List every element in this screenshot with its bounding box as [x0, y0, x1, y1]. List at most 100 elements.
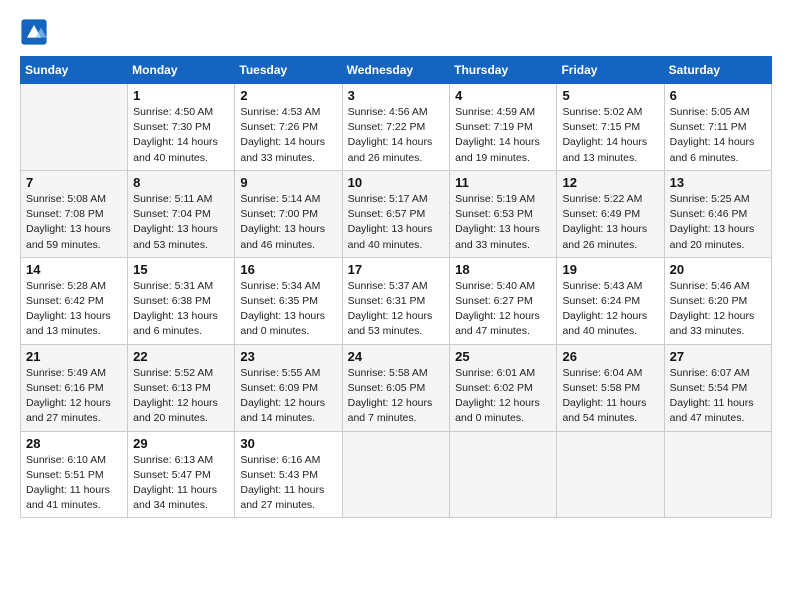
col-header-saturday: Saturday [664, 57, 771, 84]
calendar-cell: 24 Sunrise: 5:58 AM Sunset: 6:05 PM Dayli… [342, 344, 450, 431]
day-number: 29 [133, 436, 229, 451]
day-number: 17 [348, 262, 445, 277]
day-info: Sunrise: 6:10 AM Sunset: 5:51 PM Dayligh… [26, 453, 122, 514]
col-header-thursday: Thursday [450, 57, 557, 84]
day-number: 24 [348, 349, 445, 364]
calendar-cell: 3 Sunrise: 4:56 AM Sunset: 7:22 PM Daylig… [342, 84, 450, 171]
day-number: 12 [562, 175, 658, 190]
calendar-week-row: 1Sunrise: 4:50 AM Sunset: 7:30 PM Daylig… [21, 84, 772, 171]
calendar-cell: 29 Sunrise: 6:13 AM Sunset: 5:47 PM Dayli… [128, 431, 235, 518]
day-number: 30 [240, 436, 336, 451]
day-number: 19 [562, 262, 658, 277]
day-info: Sunrise: 5:52 AM Sunset: 6:13 PM Dayligh… [133, 366, 229, 427]
day-info: Sunrise: 5:08 AM Sunset: 7:08 PM Dayligh… [26, 192, 122, 253]
day-number: 1 [133, 88, 229, 103]
day-number: 10 [348, 175, 445, 190]
calendar-cell [450, 431, 557, 518]
day-number: 28 [26, 436, 122, 451]
calendar-week-row: 28 Sunrise: 6:10 AM Sunset: 5:51 PM Dayli… [21, 431, 772, 518]
calendar-cell [342, 431, 450, 518]
calendar-cell: 5 Sunrise: 5:02 AM Sunset: 7:15 PM Daylig… [557, 84, 664, 171]
day-info: Sunrise: 5:58 AM Sunset: 6:05 PM Dayligh… [348, 366, 445, 427]
calendar-week-row: 14 Sunrise: 5:28 AM Sunset: 6:42 PM Dayli… [21, 257, 772, 344]
day-number: 27 [670, 349, 766, 364]
calendar-cell: 2 Sunrise: 4:53 AM Sunset: 7:26 PM Daylig… [235, 84, 342, 171]
day-number: 25 [455, 349, 551, 364]
logo [20, 18, 52, 46]
day-number: 11 [455, 175, 551, 190]
calendar-cell: 26 Sunrise: 6:04 AM Sunset: 5:58 PM Dayli… [557, 344, 664, 431]
day-number: 18 [455, 262, 551, 277]
calendar-cell: 14 Sunrise: 5:28 AM Sunset: 6:42 PM Dayli… [21, 257, 128, 344]
day-info: Sunrise: 5:49 AM Sunset: 6:16 PM Dayligh… [26, 366, 122, 427]
calendar-cell: 17 Sunrise: 5:37 AM Sunset: 6:31 PM Dayli… [342, 257, 450, 344]
day-info: Sunrise: 5:02 AM Sunset: 7:15 PM Dayligh… [562, 105, 658, 166]
calendar-cell: 28 Sunrise: 6:10 AM Sunset: 5:51 PM Dayli… [21, 431, 128, 518]
col-header-sunday: Sunday [21, 57, 128, 84]
day-info: Sunrise: 6:01 AM Sunset: 6:02 PM Dayligh… [455, 366, 551, 427]
calendar-cell: 4 Sunrise: 4:59 AM Sunset: 7:19 PM Daylig… [450, 84, 557, 171]
day-number: 2 [240, 88, 336, 103]
calendar-cell: 16Sunrise: 5:34 AM Sunset: 6:35 PM Dayli… [235, 257, 342, 344]
day-info: Sunrise: 5:28 AM Sunset: 6:42 PM Dayligh… [26, 279, 122, 340]
calendar-cell: 19 Sunrise: 5:43 AM Sunset: 6:24 PM Dayli… [557, 257, 664, 344]
day-info: Sunrise: 6:16 AM Sunset: 5:43 PM Dayligh… [240, 453, 336, 514]
day-info: Sunrise: 5:46 AM Sunset: 6:20 PM Dayligh… [670, 279, 766, 340]
calendar-cell: 7 Sunrise: 5:08 AM Sunset: 7:08 PM Daylig… [21, 170, 128, 257]
day-info: Sunrise: 4:59 AM Sunset: 7:19 PM Dayligh… [455, 105, 551, 166]
day-number: 16 [240, 262, 336, 277]
day-info: Sunrise: 6:13 AM Sunset: 5:47 PM Dayligh… [133, 453, 229, 514]
day-number: 22 [133, 349, 229, 364]
col-header-monday: Monday [128, 57, 235, 84]
day-info: Sunrise: 5:17 AM Sunset: 6:57 PM Dayligh… [348, 192, 445, 253]
day-number: 15 [133, 262, 229, 277]
day-number: 5 [562, 88, 658, 103]
calendar-cell [557, 431, 664, 518]
day-info: Sunrise: 6:04 AM Sunset: 5:58 PM Dayligh… [562, 366, 658, 427]
col-header-friday: Friday [557, 57, 664, 84]
calendar-week-row: 21Sunrise: 5:49 AM Sunset: 6:16 PM Dayli… [21, 344, 772, 431]
day-number: 20 [670, 262, 766, 277]
day-number: 13 [670, 175, 766, 190]
calendar-cell: 13 Sunrise: 5:25 AM Sunset: 6:46 PM Dayli… [664, 170, 771, 257]
page: SundayMondayTuesdayWednesdayThursdayFrid… [0, 0, 792, 612]
day-info: Sunrise: 4:53 AM Sunset: 7:26 PM Dayligh… [240, 105, 336, 166]
day-number: 23 [240, 349, 336, 364]
day-number: 7 [26, 175, 122, 190]
day-number: 6 [670, 88, 766, 103]
day-info: Sunrise: 5:55 AM Sunset: 6:09 PM Dayligh… [240, 366, 336, 427]
calendar-cell: 25 Sunrise: 6:01 AM Sunset: 6:02 PM Dayli… [450, 344, 557, 431]
calendar-cell: 9 Sunrise: 5:14 AM Sunset: 7:00 PM Daylig… [235, 170, 342, 257]
day-number: 8 [133, 175, 229, 190]
day-number: 4 [455, 88, 551, 103]
calendar-cell: 30 Sunrise: 6:16 AM Sunset: 5:43 PM Dayli… [235, 431, 342, 518]
day-info: Sunrise: 5:11 AM Sunset: 7:04 PM Dayligh… [133, 192, 229, 253]
day-info: Sunrise: 5:19 AM Sunset: 6:53 PM Dayligh… [455, 192, 551, 253]
day-info: Sunrise: 5:37 AM Sunset: 6:31 PM Dayligh… [348, 279, 445, 340]
day-info: Sunrise: 5:31 AM Sunset: 6:38 PM Dayligh… [133, 279, 229, 340]
calendar-cell: 11 Sunrise: 5:19 AM Sunset: 6:53 PM Dayli… [450, 170, 557, 257]
day-info: Sunrise: 4:56 AM Sunset: 7:22 PM Dayligh… [348, 105, 445, 166]
calendar-table: SundayMondayTuesdayWednesdayThursdayFrid… [20, 56, 772, 518]
logo-icon [20, 18, 48, 46]
day-info: Sunrise: 5:25 AM Sunset: 6:46 PM Dayligh… [670, 192, 766, 253]
col-header-tuesday: Tuesday [235, 57, 342, 84]
calendar-cell: 22 Sunrise: 5:52 AM Sunset: 6:13 PM Dayli… [128, 344, 235, 431]
day-info: Sunrise: 6:07 AM Sunset: 5:54 PM Dayligh… [670, 366, 766, 427]
day-number: 26 [562, 349, 658, 364]
calendar-cell: 15 Sunrise: 5:31 AM Sunset: 6:38 PM Dayli… [128, 257, 235, 344]
day-info: Sunrise: 5:22 AM Sunset: 6:49 PM Dayligh… [562, 192, 658, 253]
calendar-cell: 12 Sunrise: 5:22 AM Sunset: 6:49 PM Dayli… [557, 170, 664, 257]
calendar-cell: 1Sunrise: 4:50 AM Sunset: 7:30 PM Daylig… [128, 84, 235, 171]
day-info: Sunrise: 5:40 AM Sunset: 6:27 PM Dayligh… [455, 279, 551, 340]
day-info: Sunrise: 5:43 AM Sunset: 6:24 PM Dayligh… [562, 279, 658, 340]
day-number: 14 [26, 262, 122, 277]
day-info: Sunrise: 5:14 AM Sunset: 7:00 PM Dayligh… [240, 192, 336, 253]
calendar-cell [664, 431, 771, 518]
day-number: 9 [240, 175, 336, 190]
day-number: 3 [348, 88, 445, 103]
calendar-header-row: SundayMondayTuesdayWednesdayThursdayFrid… [21, 57, 772, 84]
calendar-cell: 6Sunrise: 5:05 AM Sunset: 7:11 PM Daylig… [664, 84, 771, 171]
calendar-cell [21, 84, 128, 171]
calendar-cell: 10 Sunrise: 5:17 AM Sunset: 6:57 PM Dayli… [342, 170, 450, 257]
